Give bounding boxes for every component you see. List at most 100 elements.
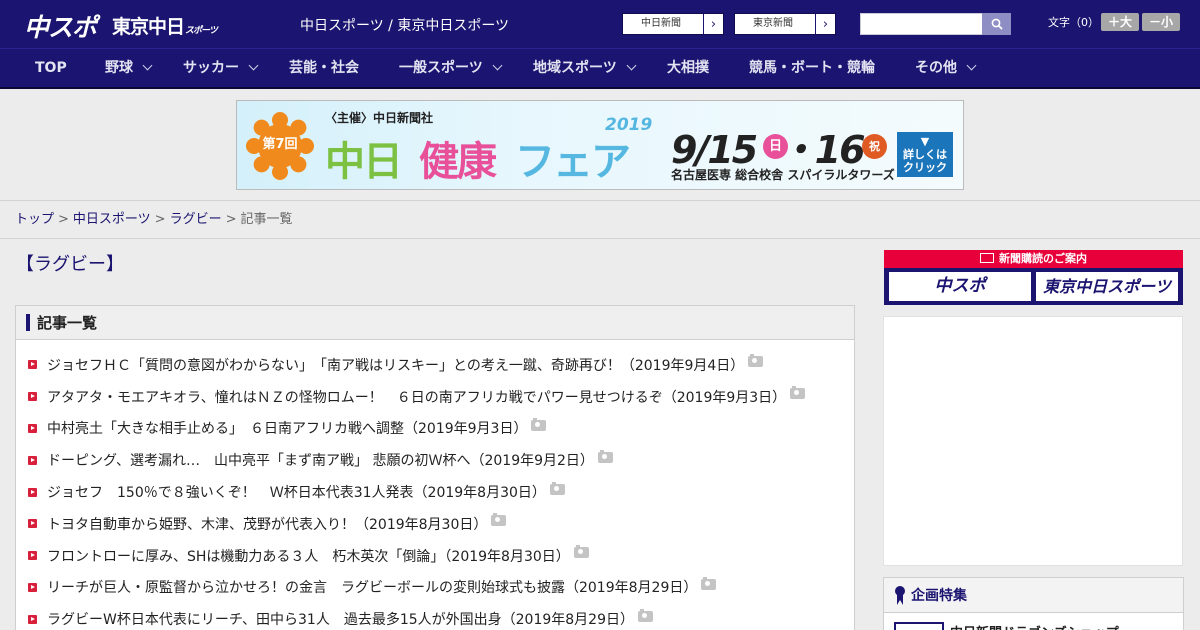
tokyo-shimbun-link[interactable]: 東京新聞 ›	[734, 13, 836, 35]
breadcrumb-rugby[interactable]: ラグビー	[170, 212, 222, 227]
list-item[interactable]: リーチが巨人・原監督から泣かせろ！の金言 ラグビーボールの変則始球式も披露（20…	[16, 572, 854, 604]
article-link[interactable]: フロントローに厚み、SHは機動力ある３人 朽木英次「倒論」（2019年8月30日…	[47, 546, 570, 566]
ribbon-icon	[894, 586, 906, 605]
article-link[interactable]: アタアタ・モエアキオラ、憧れはＮＺの怪物ロムー！ ６日の南アフリカ戦でパワー見せ…	[47, 387, 786, 407]
nav-baseball[interactable]: 野球	[105, 49, 153, 88]
breadcrumb-chunichi-sports[interactable]: 中日スポーツ	[73, 212, 151, 227]
chuspo-logo[interactable]: 中スポ	[24, 8, 97, 44]
chevron-down-icon	[966, 60, 977, 71]
list-item[interactable]: ジョセフＨＣ「質問の意図がわからない」 「南ア戦はリスキー」との考え一蹴、奇跡再…	[16, 349, 854, 381]
tokyo-shimbun-label: 東京新聞	[753, 18, 793, 29]
nav-general-sports[interactable]: 一般スポーツ	[399, 49, 503, 88]
list-item[interactable]: アタアタ・モエアキオラ、憧れはＮＺの怪物ロムー！ ６日の南アフリカ戦でパワー見せ…	[16, 381, 854, 413]
chunichi-shimbun-label: 中日新聞	[641, 18, 681, 29]
banner-organizer: 〈主催〉中日新聞社	[325, 111, 434, 125]
article-link[interactable]: トヨタ自動車から姫野、木津、茂野が代表入り！（2019年8月30日）	[47, 514, 487, 534]
camera-icon	[790, 386, 806, 400]
nav-top[interactable]: TOP	[35, 49, 67, 88]
breadcrumb-separator: >	[225, 212, 237, 227]
nav-other-label: その他	[915, 60, 957, 76]
camera-icon	[573, 545, 589, 559]
banner-day-sunday: 日	[763, 134, 788, 159]
chevron-right-icon: ›	[703, 14, 723, 34]
article-link[interactable]: ジョセフＨＣ「質問の意図がわからない」 「南ア戦はリスキー」との考え一蹴、奇跡再…	[47, 355, 744, 375]
site-title: 中日スポーツ / 東京中日スポーツ	[300, 18, 510, 34]
site-header: 中スポ 東京中日スポーツ 中日スポーツ / 東京中日スポーツ 中日新聞 › 東京…	[0, 0, 1200, 48]
arrow-bullet-icon	[28, 551, 37, 561]
banner-title-kenko: 健康	[419, 139, 497, 185]
feature-thumbnail	[894, 622, 944, 630]
arrow-bullet-icon	[28, 392, 37, 402]
list-item[interactable]: ドーピング、選考漏れ… 山中亮平「まず南ア戦」 悲願の初Ｗ杯へ（2019年9月2…	[16, 444, 854, 476]
nav-sumo-label: 大相撲	[667, 60, 709, 76]
font-larger-button[interactable]: ＋大	[1101, 13, 1139, 31]
banner-venue: 名古屋医専 総合校舎 スパイラルタワーズ	[671, 168, 895, 182]
camera-icon	[701, 576, 717, 590]
heading-bar	[26, 314, 30, 331]
list-item[interactable]: トヨタ自動車から姫野、木津、茂野が代表入り！（2019年8月30日）	[16, 508, 854, 540]
nav-local-sports[interactable]: 地域スポーツ	[533, 49, 637, 88]
nav-sumo[interactable]: 大相撲	[667, 49, 709, 88]
nav-entertainment[interactable]: 芸能・社会	[289, 49, 359, 88]
arrow-bullet-icon	[28, 582, 37, 592]
chunichi-shimbun-link[interactable]: 中日新聞 ›	[622, 13, 724, 35]
breadcrumb-separator: >	[154, 212, 166, 227]
breadcrumb-top[interactable]: トップ	[15, 212, 54, 227]
tokyo-chunichi-logo[interactable]: 東京中日スポーツ	[112, 12, 218, 39]
nav-racing[interactable]: 競馬・ボート・競輪	[749, 49, 875, 88]
chevron-down-icon	[142, 60, 153, 71]
font-smaller-button[interactable]: －小	[1142, 13, 1180, 31]
article-link[interactable]: ジョセフ 150％で８強いくぞ！ Ｗ杯日本代表31人発表（2019年8月30日）	[47, 482, 546, 502]
nav-top-label: TOP	[35, 60, 67, 76]
feature-label: 中日新聞ドラゴンズショップ	[950, 622, 1119, 630]
page-title: 【ラグビー】	[16, 254, 124, 275]
nav-local-sports-label: 地域スポーツ	[533, 60, 617, 76]
arrow-bullet-icon	[28, 487, 37, 497]
list-item[interactable]: ラグビーW杯日本代表にリーチ、田中ら31人 過去最多15人が外国出身（2019年…	[16, 603, 854, 630]
article-link[interactable]: ラグビーW杯日本代表にリーチ、田中ら31人 過去最多15人が外国出身（2019年…	[47, 609, 634, 629]
chuspo-subscribe-logo: 中スポ	[889, 272, 1031, 301]
search-input[interactable]	[860, 13, 984, 35]
camera-icon	[597, 449, 613, 463]
feature-link[interactable]: 中日新聞ドラゴンズショップ	[894, 622, 1119, 630]
article-link[interactable]: リーチが巨人・原監督から泣かせろ！の金言 ラグビーボールの変則始球式も披露（20…	[47, 577, 697, 597]
list-item[interactable]: ジョセフ 150％で８強いくぞ！ Ｗ杯日本代表31人発表（2019年8月30日）	[16, 476, 854, 508]
article-list-title: 記事一覧	[37, 314, 98, 332]
breadcrumb: トップ > 中日スポーツ > ラグビー > 記事一覧	[0, 200, 1200, 239]
list-item[interactable]: フロントローに厚み、SHは機動力ある３人 朽木英次「倒論」（2019年8月30日…	[16, 540, 854, 572]
chevron-down-icon	[248, 60, 259, 71]
nav-baseball-label: 野球	[105, 60, 133, 76]
feature-title: 企画特集	[911, 588, 967, 604]
camera-icon	[531, 417, 547, 431]
breadcrumb-separator: >	[58, 212, 69, 227]
article-link[interactable]: 中村亮土「大きな相手止める」 ６日南アフリカ戦へ調整（2019年9月3日）	[47, 418, 527, 438]
nav-soccer-label: サッカー	[183, 60, 239, 76]
chevron-down-icon	[626, 60, 637, 71]
tokyo-logo-text: 東京中日	[112, 16, 185, 38]
health-fair-banner[interactable]: 第7回 〈主催〉中日新聞社 中日 健康 フェア 2019 9/15 ・16 日 …	[236, 100, 964, 190]
list-item[interactable]: 中村亮土「大きな相手止める」 ６日南アフリカ戦へ調整（2019年9月3日）	[16, 413, 854, 445]
main-nav: TOP 野球 サッカー 芸能・社会 一般スポーツ 地域スポーツ 大相撲 競馬・ボ…	[0, 48, 1200, 89]
nav-general-sports-label: 一般スポーツ	[399, 60, 483, 76]
arrow-bullet-icon	[28, 360, 37, 370]
search-icon	[991, 18, 1003, 30]
article-list-header: 記事一覧	[16, 306, 854, 340]
article-link[interactable]: ドーピング、選考漏れ… 山中亮平「まず南ア戦」 悲願の初Ｗ杯へ（2019年9月2…	[47, 450, 594, 470]
article-list: ジョセフＨＣ「質問の意図がわからない」 「南ア戦はリスキー」との考え一蹴、奇跡再…	[16, 340, 854, 630]
banner-day-holiday: 祝	[862, 134, 887, 159]
feature-box: 企画特集 中日新聞ドラゴンズショップ	[883, 577, 1184, 630]
arrow-bullet-icon	[28, 519, 37, 529]
search-button[interactable]	[982, 13, 1011, 35]
feature-header: 企画特集	[884, 578, 1183, 613]
font-size-label: 文字（0）	[1048, 16, 1099, 29]
banner-year: 2019	[605, 115, 653, 135]
nav-other[interactable]: その他	[915, 49, 977, 88]
tokyo-chunichi-subscribe-logo: 東京中日スポーツ	[1036, 272, 1178, 301]
banner-title-fair: フェア	[515, 139, 631, 185]
arrow-bullet-icon	[28, 423, 37, 433]
tokyo-logo-small: スポーツ	[185, 26, 218, 36]
subscription-banner[interactable]: 新聞購読のご案内 中スポ 東京中日スポーツ	[884, 250, 1183, 305]
camera-icon	[491, 513, 507, 527]
chevron-down-icon	[492, 60, 503, 71]
nav-soccer[interactable]: サッカー	[183, 49, 259, 88]
